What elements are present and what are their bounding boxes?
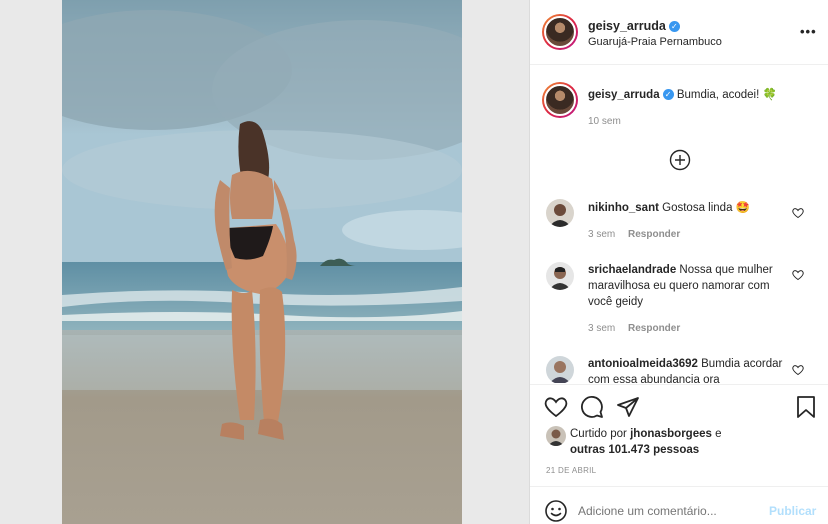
heart-icon[interactable] <box>792 206 804 224</box>
post-photo[interactable] <box>62 0 462 524</box>
publish-button[interactable]: Publicar <box>769 504 816 518</box>
actions-divider <box>530 384 828 385</box>
comment: antonioalmeida3692 Bumdia acordar com es… <box>588 356 788 383</box>
verified-icon: ✓ <box>662 89 674 100</box>
post-location[interactable]: Guarujá-Praia Pernambuco <box>588 36 722 48</box>
comment-input[interactable] <box>578 502 758 520</box>
comment-username[interactable]: antonioalmeida3692 <box>588 358 698 370</box>
reply-button[interactable]: Responder <box>628 229 680 240</box>
heart-icon[interactable] <box>544 395 568 424</box>
author-avatar[interactable] <box>542 14 578 50</box>
likes-and: e <box>715 428 722 440</box>
comment-username[interactable]: srichaelandrade <box>588 264 676 276</box>
comment: srichaelandrade Nossa que mulher maravil… <box>588 262 788 310</box>
verified-icon: ✓ <box>668 21 680 32</box>
comment: nikinho_sant Gostosa linda 🤩 <box>588 200 803 216</box>
header-divider <box>530 64 828 65</box>
heart-icon[interactable] <box>792 268 804 286</box>
likes-others[interactable]: outras 101.473 pessoas <box>570 444 699 456</box>
comment-clip: antonioalmeida3692 Bumdia acordar com es… <box>530 352 828 383</box>
share-icon[interactable] <box>616 395 640 424</box>
caption-avatar[interactable] <box>542 82 578 118</box>
instagram-post-view: geisy_arruda ✓ Guarujá-Praia Pernambuco •… <box>0 0 828 524</box>
author-username[interactable]: geisy_arruda <box>588 19 666 33</box>
comment-icon[interactable] <box>580 395 604 424</box>
likes-summary: Curtido por jhonasborgees e outras 101.4… <box>570 426 810 458</box>
comment-age: 3 sem <box>588 323 616 334</box>
liker-avatar[interactable] <box>546 426 566 446</box>
caption: geisy_arruda ✓ Bumdia, acodei! 🍀 <box>588 87 813 103</box>
comment-meta: 3 sem Responder <box>588 229 680 240</box>
comment-meta: 3 sem Responder <box>588 323 680 334</box>
heart-icon[interactable] <box>792 363 804 381</box>
caption-username[interactable]: geisy_arruda <box>588 89 660 101</box>
comment-age: 3 sem <box>588 229 616 240</box>
comment-username[interactable]: nikinho_sant <box>588 202 659 214</box>
plus-circle-icon[interactable] <box>669 149 691 176</box>
bookmark-icon[interactable] <box>795 395 817 424</box>
commenter-avatar[interactable] <box>546 199 574 227</box>
author-header: geisy_arruda ✓ <box>588 17 680 35</box>
reply-button[interactable]: Responder <box>628 323 680 334</box>
caption-text: Bumdia, acodei! 🍀 <box>676 89 777 101</box>
comment-box-divider <box>530 486 828 487</box>
more-icon[interactable]: ••• <box>800 24 817 39</box>
post-date: 21 DE ABRIL <box>546 466 597 475</box>
commenter-avatar[interactable] <box>546 356 574 383</box>
comment-text: Gostosa linda 🤩 <box>662 202 750 214</box>
post-panel: geisy_arruda ✓ Guarujá-Praia Pernambuco •… <box>529 0 828 524</box>
beach-photo <box>62 0 462 524</box>
emoji-icon[interactable] <box>544 499 568 524</box>
commenter-avatar[interactable] <box>546 262 574 290</box>
liker-username[interactable]: jhonasborgees <box>630 428 712 440</box>
likes-prefix: Curtido por <box>570 428 627 440</box>
caption-age: 10 sem <box>588 116 621 127</box>
